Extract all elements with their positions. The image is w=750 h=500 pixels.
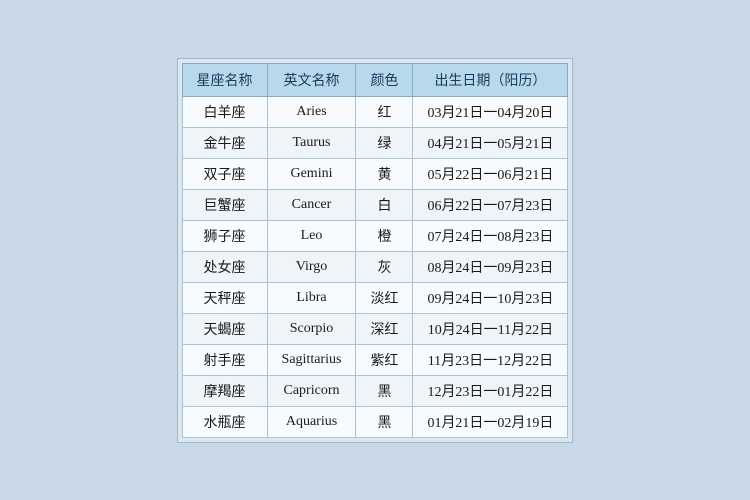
table-row: 双子座Gemini黄05月22日一06月21日 bbox=[182, 158, 568, 189]
table-cell: 灰 bbox=[356, 251, 413, 282]
table-cell: 处女座 bbox=[182, 251, 267, 282]
table-cell: 狮子座 bbox=[182, 220, 267, 251]
zodiac-table: 星座名称 英文名称 颜色 出生日期（阳历） 白羊座Aries红03月21日一04… bbox=[182, 63, 569, 438]
table-cell: 巨蟹座 bbox=[182, 189, 267, 220]
col-header-english-name: 英文名称 bbox=[267, 63, 356, 96]
col-header-birthdate: 出生日期（阳历） bbox=[413, 63, 568, 96]
table-cell: 白 bbox=[356, 189, 413, 220]
table-cell: 双子座 bbox=[182, 158, 267, 189]
table-row: 处女座Virgo灰08月24日一09月23日 bbox=[182, 251, 568, 282]
table-cell: 12月23日一01月22日 bbox=[413, 375, 568, 406]
table-cell: Gemini bbox=[267, 158, 356, 189]
table-row: 白羊座Aries红03月21日一04月20日 bbox=[182, 96, 568, 127]
table-cell: 09月24日一10月23日 bbox=[413, 282, 568, 313]
table-cell: Leo bbox=[267, 220, 356, 251]
table-cell: 绿 bbox=[356, 127, 413, 158]
table-row: 天秤座Libra淡红09月24日一10月23日 bbox=[182, 282, 568, 313]
table-cell: 水瓶座 bbox=[182, 406, 267, 437]
table-header-row: 星座名称 英文名称 颜色 出生日期（阳历） bbox=[182, 63, 568, 96]
zodiac-table-container: 星座名称 英文名称 颜色 出生日期（阳历） 白羊座Aries红03月21日一04… bbox=[177, 58, 574, 443]
col-header-color: 颜色 bbox=[356, 63, 413, 96]
table-cell: Sagittarius bbox=[267, 344, 356, 375]
table-cell: 天蝎座 bbox=[182, 313, 267, 344]
table-cell: 04月21日一05月21日 bbox=[413, 127, 568, 158]
table-row: 金牛座Taurus绿04月21日一05月21日 bbox=[182, 127, 568, 158]
table-cell: Scorpio bbox=[267, 313, 356, 344]
table-cell: Libra bbox=[267, 282, 356, 313]
table-cell: 天秤座 bbox=[182, 282, 267, 313]
table-cell: Aquarius bbox=[267, 406, 356, 437]
table-row: 巨蟹座Cancer白06月22日一07月23日 bbox=[182, 189, 568, 220]
table-cell: Taurus bbox=[267, 127, 356, 158]
table-cell: Capricorn bbox=[267, 375, 356, 406]
table-cell: 黑 bbox=[356, 406, 413, 437]
table-cell: 射手座 bbox=[182, 344, 267, 375]
table-cell: 黄 bbox=[356, 158, 413, 189]
table-cell: 10月24日一11月22日 bbox=[413, 313, 568, 344]
table-cell: 05月22日一06月21日 bbox=[413, 158, 568, 189]
table-cell: 01月21日一02月19日 bbox=[413, 406, 568, 437]
table-cell: Virgo bbox=[267, 251, 356, 282]
table-row: 天蝎座Scorpio深红10月24日一11月22日 bbox=[182, 313, 568, 344]
table-cell: 11月23日一12月22日 bbox=[413, 344, 568, 375]
table-row: 狮子座Leo橙07月24日一08月23日 bbox=[182, 220, 568, 251]
table-cell: 深红 bbox=[356, 313, 413, 344]
table-cell: 橙 bbox=[356, 220, 413, 251]
table-cell: 03月21日一04月20日 bbox=[413, 96, 568, 127]
table-row: 摩羯座Capricorn黑12月23日一01月22日 bbox=[182, 375, 568, 406]
table-cell: 红 bbox=[356, 96, 413, 127]
table-cell: 金牛座 bbox=[182, 127, 267, 158]
table-cell: 淡红 bbox=[356, 282, 413, 313]
table-cell: Cancer bbox=[267, 189, 356, 220]
table-cell: Aries bbox=[267, 96, 356, 127]
table-cell: 摩羯座 bbox=[182, 375, 267, 406]
table-cell: 白羊座 bbox=[182, 96, 267, 127]
table-cell: 07月24日一08月23日 bbox=[413, 220, 568, 251]
table-cell: 08月24日一09月23日 bbox=[413, 251, 568, 282]
table-cell: 紫红 bbox=[356, 344, 413, 375]
table-row: 射手座Sagittarius紫红11月23日一12月22日 bbox=[182, 344, 568, 375]
table-row: 水瓶座Aquarius黑01月21日一02月19日 bbox=[182, 406, 568, 437]
table-cell: 黑 bbox=[356, 375, 413, 406]
col-header-chinese-name: 星座名称 bbox=[182, 63, 267, 96]
table-cell: 06月22日一07月23日 bbox=[413, 189, 568, 220]
